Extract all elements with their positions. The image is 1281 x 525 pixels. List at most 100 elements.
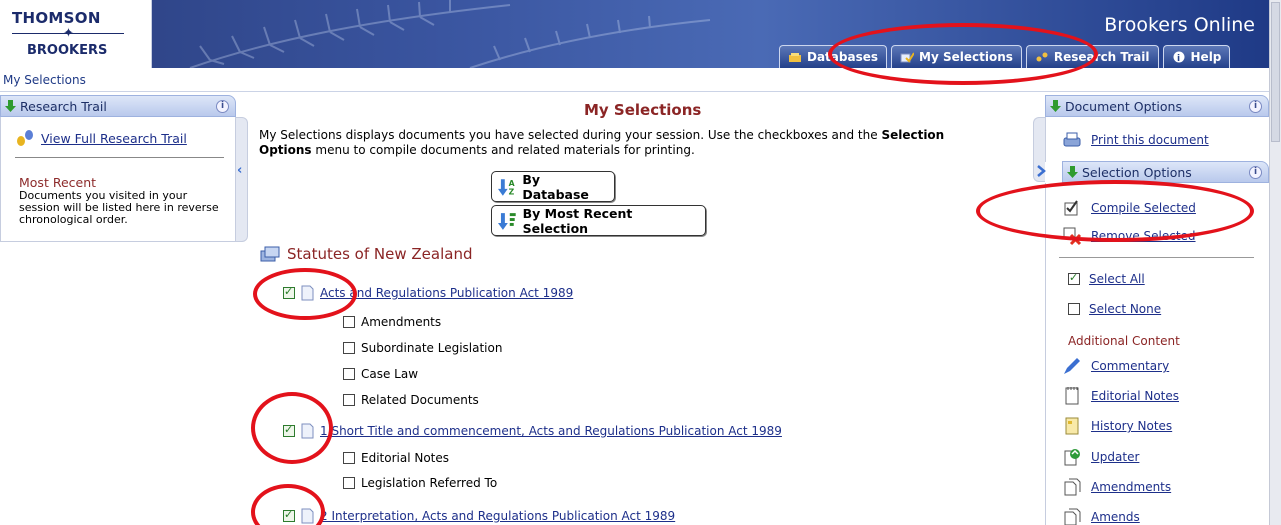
document-link[interactable]: 1 Short Title and commencement, Acts and… xyxy=(320,424,782,438)
link-text[interactable]: Remove Selected xyxy=(1091,229,1196,243)
sub-checkbox[interactable] xyxy=(343,477,355,489)
breadcrumb: My Selections xyxy=(0,68,1269,92)
my-selections-icon xyxy=(900,52,915,63)
compile-selected-button[interactable]: Compile Selected xyxy=(1062,198,1196,218)
info-icon[interactable]: i xyxy=(1249,99,1262,113)
document-link[interactable]: 2 Interpretation, Acts and Regulations P… xyxy=(320,509,675,523)
document-options-header[interactable]: Document Options i xyxy=(1045,95,1269,117)
sub-item: Legislation Referred To xyxy=(343,476,497,490)
chevron-right-icon[interactable] xyxy=(1036,165,1046,177)
button-label: By Database xyxy=(522,171,589,202)
checkbox-icon xyxy=(1068,303,1080,315)
most-recent-text: Documents you visited in your session wi… xyxy=(19,189,219,226)
link-text[interactable]: Select All xyxy=(1089,272,1145,286)
link-text[interactable]: Commentary xyxy=(1091,359,1169,373)
thomson-brookers-logo[interactable]: THOMSON ✦ BROOKERS xyxy=(0,0,152,68)
selection-options-panel: Selection Options i xyxy=(1062,161,1269,183)
section-heading: Statutes of New Zealand xyxy=(259,245,472,263)
svg-text:i: i xyxy=(1177,54,1180,63)
tab-databases[interactable]: Databases xyxy=(779,45,888,68)
most-recent-title: Most Recent xyxy=(19,175,97,190)
logo-bottom-text: BROOKERS xyxy=(27,43,108,58)
sub-label: Related Documents xyxy=(361,393,479,407)
pages-icon xyxy=(1064,508,1081,525)
help-icon: i xyxy=(1173,51,1185,63)
additional-content-label: Additional Content xyxy=(1068,334,1180,348)
selection-options-header[interactable]: Selection Options i xyxy=(1062,161,1269,183)
app-header: THOMSON ✦ BROOKERS Brookers Online Datab… xyxy=(0,0,1269,68)
item-checkbox[interactable] xyxy=(283,423,295,437)
research-trail-header[interactable]: Research Trail i xyxy=(0,95,236,117)
scrollbar-thumb[interactable] xyxy=(1271,2,1280,142)
document-options-panel: Document Options i xyxy=(1045,95,1269,117)
checkbox-icon xyxy=(1068,271,1080,285)
print-document-link[interactable]: Print this document xyxy=(1062,130,1209,150)
commentary-link[interactable]: Commentary xyxy=(1062,356,1169,376)
panel-title: Research Trail xyxy=(20,98,107,114)
select-none-button[interactable]: Select None xyxy=(1068,302,1161,316)
tab-help[interactable]: i Help xyxy=(1162,45,1231,68)
sub-label: Editorial Notes xyxy=(361,451,450,465)
star-icon: ✦ xyxy=(63,26,74,41)
amends-link[interactable]: Amends xyxy=(1062,507,1140,525)
document-icon xyxy=(301,285,314,301)
vertical-scrollbar[interactable] xyxy=(1269,0,1281,525)
sub-label: Legislation Referred To xyxy=(361,476,498,490)
sub-checkbox[interactable] xyxy=(343,342,355,354)
history-notes-icon xyxy=(1065,417,1079,435)
sub-item: Case Law xyxy=(343,367,418,381)
collapse-left-handle[interactable]: ‹ xyxy=(236,117,248,242)
sub-item: Amendments xyxy=(343,315,441,329)
remove-selected-button[interactable]: Remove Selected xyxy=(1062,226,1196,246)
sub-checkbox[interactable] xyxy=(343,316,355,328)
sort-recent-icon xyxy=(498,212,516,230)
link-text[interactable]: Amendments xyxy=(1091,480,1171,494)
remove-icon xyxy=(1063,227,1082,246)
arrow-down-icon xyxy=(1050,100,1061,112)
tab-label: Help xyxy=(1190,50,1222,64)
top-nav-tabs: Databases My Selections Research Trail i… xyxy=(779,45,1234,68)
view-research-trail-link[interactable]: View Full Research Trail xyxy=(15,129,187,147)
intro-text: My Selections displays documents you hav… xyxy=(259,128,945,157)
link-text[interactable]: Print this document xyxy=(1091,133,1209,147)
sort-by-database-button[interactable]: AZ By Database xyxy=(491,171,615,202)
sub-checkbox[interactable] xyxy=(343,394,355,406)
history-notes-link[interactable]: History Notes xyxy=(1062,416,1172,436)
link-text[interactable]: View Full Research Trail xyxy=(41,131,187,146)
sub-label: Case Law xyxy=(361,367,419,381)
tab-label: Databases xyxy=(807,50,879,64)
item-checkbox[interactable] xyxy=(283,508,295,522)
tab-label: Research Trail xyxy=(1053,50,1150,64)
link-text[interactable]: Compile Selected xyxy=(1091,201,1196,215)
svg-text:A: A xyxy=(509,179,515,188)
info-icon[interactable]: i xyxy=(216,99,229,113)
arrow-down-icon xyxy=(1067,166,1078,178)
arrow-down-icon xyxy=(5,100,16,112)
amendments-link[interactable]: Amendments xyxy=(1062,477,1171,497)
sort-by-recent-button[interactable]: By Most Recent Selection xyxy=(491,205,706,236)
sub-checkbox[interactable] xyxy=(343,452,355,464)
updater-link[interactable]: Updater xyxy=(1062,447,1139,467)
select-all-button[interactable]: Select All xyxy=(1068,271,1145,286)
list-item: 1 Short Title and commencement, Acts and… xyxy=(283,423,782,439)
info-icon[interactable]: i xyxy=(1249,165,1262,179)
link-text[interactable]: Select None xyxy=(1089,302,1161,316)
brand-title: Brookers Online xyxy=(1104,14,1255,36)
logo-top-text: THOMSON xyxy=(12,9,101,27)
item-checkbox[interactable] xyxy=(283,285,295,299)
link-text[interactable]: Amends xyxy=(1091,510,1140,524)
notepad-icon xyxy=(1065,387,1079,405)
link-text[interactable]: Updater xyxy=(1091,450,1139,464)
panel-title: Document Options xyxy=(1065,98,1182,114)
link-text[interactable]: Editorial Notes xyxy=(1091,389,1179,403)
link-text[interactable]: History Notes xyxy=(1091,419,1172,433)
updater-icon xyxy=(1064,449,1080,466)
sub-item: Related Documents xyxy=(343,393,479,407)
document-link[interactable]: Acts and Regulations Publication Act 198… xyxy=(320,286,573,300)
footprints-icon xyxy=(17,130,33,146)
tab-my-selections[interactable]: My Selections xyxy=(891,45,1022,68)
sub-checkbox[interactable] xyxy=(343,368,355,380)
editorial-notes-link[interactable]: Editorial Notes xyxy=(1062,386,1179,406)
button-label: By Most Recent Selection xyxy=(522,205,633,236)
tab-research-trail[interactable]: Research Trail xyxy=(1025,45,1159,68)
